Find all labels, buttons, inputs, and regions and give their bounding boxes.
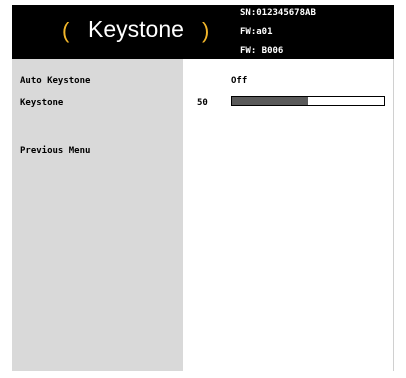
menu-item-keystone[interactable]: Keystone (20, 98, 63, 108)
osd-menu: ( Keystone ) SN:012345678AB FW:a01 FW: B… (12, 5, 394, 371)
keystone-value: 50 (197, 98, 208, 108)
title-bracket-left: ( (62, 18, 70, 43)
keystone-slider-fill (232, 97, 308, 105)
serial-number: SN:012345678AB (240, 8, 316, 18)
menu-labels-panel: Auto Keystone Keystone Previous Menu (12, 59, 183, 371)
auto-keystone-value[interactable]: Off (231, 76, 247, 86)
firmware-version-1: FW:a01 (240, 27, 273, 37)
menu-item-auto-keystone[interactable]: Auto Keystone (20, 76, 90, 86)
firmware-version-2: FW: B006 (240, 46, 284, 56)
menu-item-previous-menu[interactable]: Previous Menu (20, 146, 90, 156)
title-bracket-right: ) (202, 18, 210, 43)
page-title: Keystone (88, 16, 184, 42)
keystone-slider[interactable] (231, 96, 385, 106)
title-bar: ( Keystone ) SN:012345678AB FW:a01 FW: B… (12, 5, 394, 59)
menu-values-panel: Off 50 (183, 59, 394, 371)
